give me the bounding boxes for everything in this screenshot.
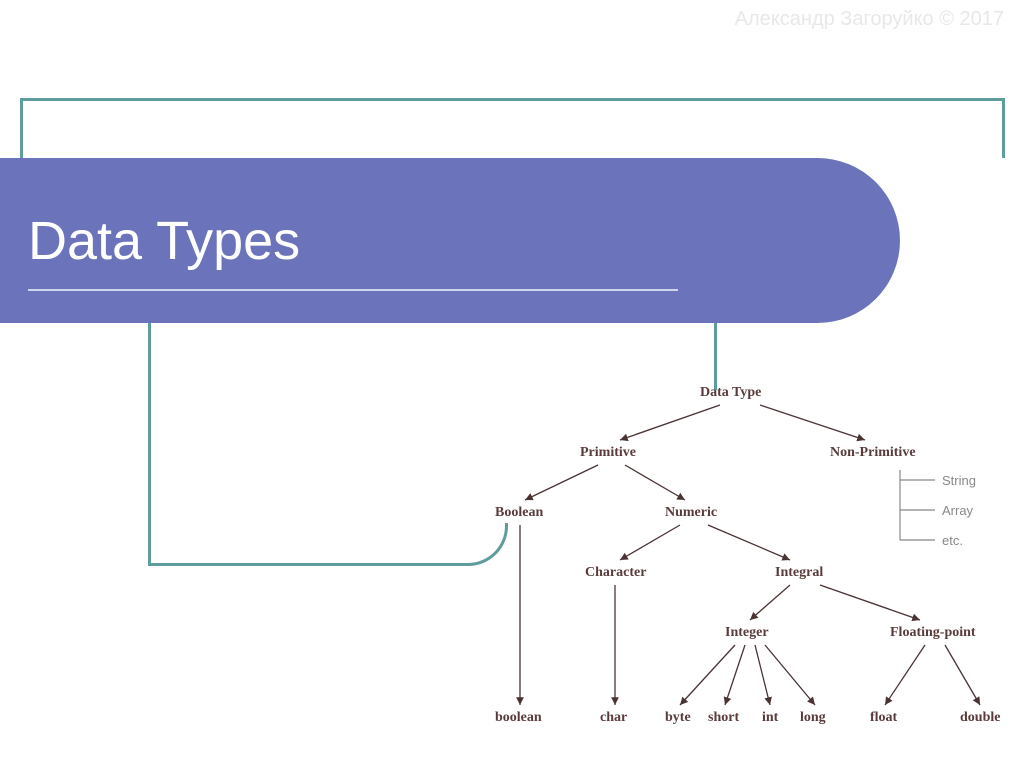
frame-left-lower [148,320,151,565]
watermark-text: Александр Загоруйко © 2017 [735,8,1004,31]
leaf-float: float [870,710,897,726]
node-boolean-cat: Boolean [495,505,543,521]
tree-arrows [470,385,1024,750]
node-nonprimitive: Non-Primitive [830,445,916,461]
frame-bottom [148,563,468,566]
title-banner: Data Types [0,158,900,323]
leaf-int: int [762,710,778,726]
np-etc: etc. [942,533,963,548]
node-primitive: Primitive [580,445,636,461]
leaf-short: short [708,710,739,726]
node-numeric: Numeric [665,505,717,521]
np-array: Array [942,503,973,518]
leaf-double: double [960,710,1000,726]
node-integer: Integer [725,625,769,641]
frame-right-upper [1002,98,1005,158]
leaf-char: char [600,710,627,726]
page-title: Data Types [28,210,300,272]
frame-top [20,98,1005,101]
np-string: String [942,473,976,488]
tree-diagram: Data Type Primitive Non-Primitive Boolea… [470,385,1024,750]
node-root: Data Type [700,385,761,401]
leaf-byte: byte [665,710,691,726]
node-floating: Floating-point [890,625,976,641]
title-underline [28,289,678,291]
node-integral: Integral [775,565,823,581]
leaf-boolean: boolean [495,710,542,726]
node-character: Character [585,565,646,581]
frame-left-upper [20,98,23,158]
leaf-long: long [800,710,826,726]
frame-right-lower [714,320,717,390]
